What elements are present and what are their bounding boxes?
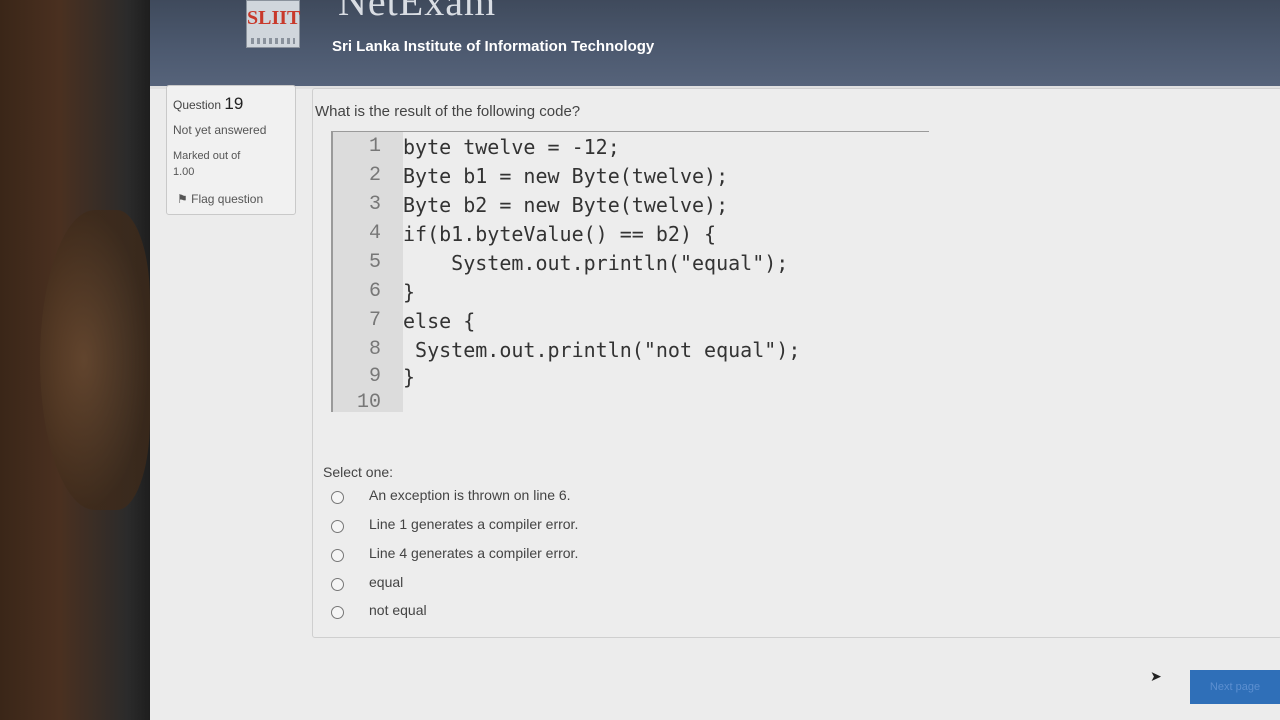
- site-header: SLIIT NetExam Sri Lanka Institute of Inf…: [150, 0, 1280, 89]
- code-listing: 1 2 3 4 5 6 7 8 9 10 byte twelve = -12; …: [331, 131, 929, 414]
- line-number: 10: [356, 391, 381, 414]
- code-line: System.out.println("not equal");: [403, 338, 801, 362]
- code-line: Byte b1 = new Byte(twelve);: [403, 164, 729, 188]
- line-number: 1: [368, 135, 381, 158]
- app-title: NetExam: [338, 0, 497, 24]
- question-prompt: What is the result of the following code…: [315, 103, 581, 120]
- code-line: System.out.println("equal");: [403, 251, 789, 275]
- line-number: 8: [368, 338, 381, 361]
- answer-option-label[interactable]: An exception is thrown on line 6.: [369, 487, 571, 503]
- radio-button[interactable]: [331, 491, 344, 504]
- radio-button[interactable]: [331, 606, 344, 619]
- code-line: if(b1.byteValue() == b2) {: [403, 222, 717, 246]
- radio-button[interactable]: [331, 549, 344, 562]
- marked-out-of-label: Marked out of: [173, 150, 241, 162]
- line-number: 7: [368, 309, 381, 332]
- mouse-pointer-icon: ➤: [1150, 668, 1162, 684]
- background-object: [40, 210, 150, 510]
- code-line: else {: [403, 309, 476, 333]
- organization-name: Sri Lanka Institute of Information Techn…: [332, 38, 655, 55]
- question-label: Question: [173, 98, 222, 112]
- logo-text: SLIIT: [247, 7, 301, 29]
- question-content: What is the result of the following code…: [312, 88, 1280, 638]
- line-number: 6: [368, 280, 381, 303]
- answer-option-label[interactable]: Line 1 generates a compiler error.: [369, 516, 578, 532]
- code-line: byte twelve = -12;: [403, 135, 620, 159]
- exam-screen: SLIIT NetExam Sri Lanka Institute of Inf…: [150, 0, 1280, 720]
- answer-option-label[interactable]: equal: [369, 574, 403, 590]
- marked-out-of-value: 1.00: [173, 166, 195, 178]
- next-page-button[interactable]: Next page: [1190, 670, 1280, 704]
- question-info-box: Question 19 Not yet answered Marked out …: [166, 85, 296, 215]
- flag-question-label: Flag question: [191, 192, 264, 206]
- answer-state: Not yet answered: [173, 123, 267, 137]
- marks: Marked out of 1.00: [173, 148, 240, 180]
- line-number: 4: [368, 222, 381, 245]
- flag-question-link[interactable]: ⚑ Flag question: [177, 192, 263, 206]
- institute-logo[interactable]: SLIIT: [246, 0, 300, 48]
- code-line: }: [403, 280, 416, 304]
- line-number: 3: [368, 193, 381, 216]
- select-one-label: Select one:: [323, 464, 394, 480]
- logo-bars: [251, 38, 295, 44]
- question-number-value: 19: [224, 94, 244, 113]
- code-line: }: [403, 365, 416, 389]
- radio-button[interactable]: [331, 520, 344, 533]
- question-number: Question 19: [173, 94, 243, 114]
- line-number: 5: [368, 251, 381, 274]
- flag-icon: ⚑: [177, 192, 188, 206]
- radio-button[interactable]: [331, 578, 344, 591]
- line-number: 9: [368, 365, 381, 388]
- code-line: Byte b2 = new Byte(twelve);: [403, 193, 729, 217]
- line-number: 2: [368, 164, 381, 187]
- answer-option-label[interactable]: Line 4 generates a compiler error.: [369, 545, 578, 561]
- answer-option-label[interactable]: not equal: [369, 602, 427, 618]
